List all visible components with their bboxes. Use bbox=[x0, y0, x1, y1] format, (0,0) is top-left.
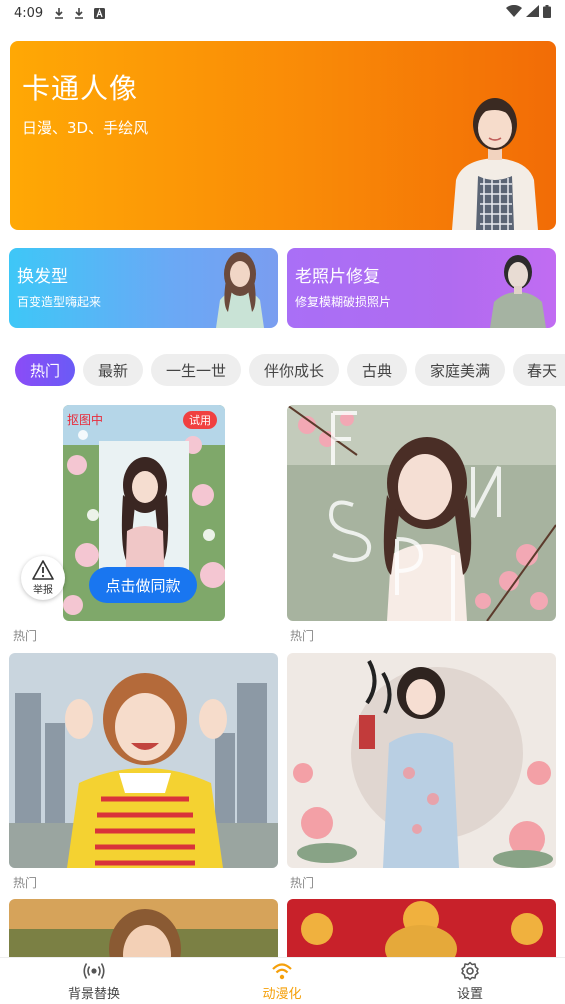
feature-subtitle: 修复模糊破损照片 bbox=[295, 295, 392, 309]
report-button[interactable]: 举报 bbox=[21, 556, 65, 600]
report-label: 举报 bbox=[33, 585, 53, 596]
nav-label: 设置 bbox=[456, 987, 483, 1002]
make-same-button[interactable]: 点击做同款 bbox=[89, 567, 197, 603]
card-category-label: 热门 bbox=[13, 629, 38, 643]
template-card[interactable] bbox=[9, 653, 278, 868]
card-category-label: 热门 bbox=[290, 629, 315, 643]
status-bar: 4:09 bbox=[0, 0, 565, 26]
nav-background-replace[interactable]: 背景替换 bbox=[34, 958, 154, 1004]
tag-latest[interactable]: 最新 bbox=[83, 354, 143, 386]
nav-settings[interactable]: 设置 bbox=[410, 958, 530, 1004]
template-image bbox=[9, 653, 278, 868]
template-image bbox=[287, 405, 556, 621]
portrait-image bbox=[452, 98, 538, 230]
a-icon bbox=[93, 7, 105, 19]
gear-icon bbox=[461, 961, 479, 981]
feature-title: 换发型 bbox=[17, 267, 68, 287]
nav-label: 动漫化 bbox=[262, 987, 302, 1002]
status-right-icons bbox=[506, 4, 551, 22]
tag-hot[interactable]: 热门 bbox=[15, 354, 75, 386]
feature-subtitle: 百变造型嗨起来 bbox=[17, 295, 102, 309]
banner-title: 卡通人像 bbox=[22, 72, 139, 105]
tag-grow-with-you[interactable]: 伴你成长 bbox=[249, 354, 339, 386]
warning-icon bbox=[32, 560, 54, 580]
feature-title: 老照片修复 bbox=[295, 267, 380, 287]
bottom-navigation: 背景替换 动漫化 设置 bbox=[0, 957, 565, 1004]
wifi-icon bbox=[506, 4, 522, 21]
trial-badge: 试用 bbox=[183, 411, 217, 429]
card-category-label: 热门 bbox=[290, 876, 315, 890]
category-tags: 热门 最新 一生一世 伴你成长 古典 家庭美满 春天 bbox=[0, 354, 565, 386]
template-image bbox=[287, 653, 556, 868]
tag-spring[interactable]: 春天 bbox=[513, 354, 565, 386]
tag-forever[interactable]: 一生一世 bbox=[151, 354, 241, 386]
template-card[interactable] bbox=[287, 653, 556, 868]
signal-icon bbox=[526, 5, 539, 21]
status-time: 4:09 bbox=[14, 5, 44, 21]
wifi-icon bbox=[272, 963, 292, 980]
nav-label: 背景替换 bbox=[67, 987, 120, 1002]
template-card[interactable] bbox=[287, 405, 556, 621]
change-hairstyle-card[interactable]: 换发型 百变造型嗨起来 bbox=[9, 248, 278, 328]
cartoon-portrait-banner[interactable]: 卡通人像 日漫、3D、手绘风 bbox=[10, 41, 556, 230]
download-icon bbox=[53, 7, 65, 19]
radio-waves-icon bbox=[83, 963, 105, 979]
tag-happy-family[interactable]: 家庭美满 bbox=[415, 354, 505, 386]
tag-classic[interactable]: 古典 bbox=[347, 354, 407, 386]
hairstyle-figure-image bbox=[216, 252, 264, 328]
old-photo-repair-card[interactable]: 老照片修复 修复模糊破损照片 bbox=[287, 248, 556, 328]
old-photo-figure-image bbox=[490, 255, 546, 328]
nav-anime[interactable]: 动漫化 bbox=[222, 958, 342, 1004]
download-icon bbox=[73, 7, 85, 19]
banner-subtitle: 日漫、3D、手绘风 bbox=[22, 119, 149, 137]
card-category-label: 热门 bbox=[13, 876, 38, 890]
cutout-badge: 抠图中 bbox=[67, 413, 104, 427]
battery-icon bbox=[543, 4, 551, 22]
